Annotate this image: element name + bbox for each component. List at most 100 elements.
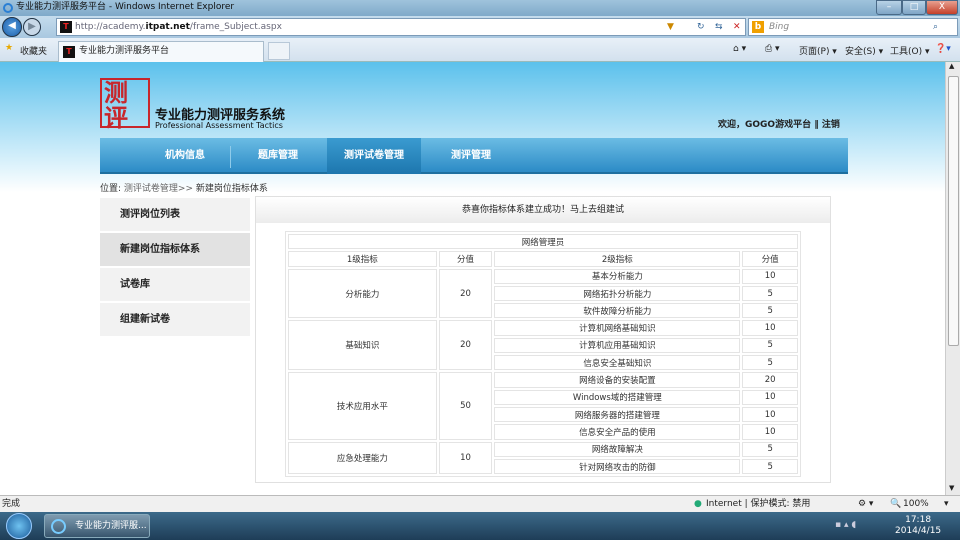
table-row: 分析能力 20 基本分析能力 10: [288, 268, 798, 319]
level2-index: 网络设备的安装配置: [494, 372, 741, 388]
compat-icon[interactable]: ▼: [667, 19, 674, 35]
vertical-scrollbar[interactable]: ▲ ▼: [945, 62, 960, 495]
sidebar-item-position-list[interactable]: 测评岗位列表: [100, 198, 250, 231]
title-bar: 专业能力测评服务平台 - Windows Internet Explorer –…: [0, 0, 960, 16]
breadcrumb-current: 新建岗位指标体系: [195, 184, 268, 194]
table-header-row: 1级指标 分值 2级指标 分值: [288, 251, 798, 267]
star-icon: ★: [5, 43, 14, 53]
level1-index: 技术应用水平: [288, 372, 437, 440]
clock-date: 2014/4/15: [895, 526, 942, 536]
tab-title: 专业能力测评服务平台: [79, 46, 170, 56]
clock-time: 17:18: [905, 515, 932, 525]
zoom-level[interactable]: 100%: [903, 496, 929, 512]
level2-index: Windows域的搭建管理: [494, 389, 741, 405]
sidebar-item-new-index[interactable]: 新建岗位指标体系: [100, 233, 250, 266]
page-content: 测评 专业能力测评服务系统 Professional Assessment Ta…: [0, 62, 945, 495]
table-row: 应急处理能力 10 网络故障解决 5: [288, 441, 798, 475]
breadcrumb-link[interactable]: 测评试卷管理>>: [124, 184, 193, 194]
level1-score: 10: [438, 441, 493, 475]
level2-score: 5: [742, 285, 798, 302]
clock[interactable]: 17:18 2014/4/15: [895, 515, 941, 537]
nav-question-bank[interactable]: 题库管理: [230, 138, 326, 174]
url-input[interactable]: T http://academy.itpat.net/frame_Subject…: [56, 18, 746, 36]
home-icon[interactable]: ⌂ ▾: [733, 44, 746, 54]
level2-score: 5: [742, 337, 798, 354]
zoom-dropdown-icon[interactable]: ▾: [944, 496, 949, 512]
tools-menu[interactable]: 工具(O) ▾: [890, 44, 930, 57]
sidebar-item-new-paper[interactable]: 组建新试卷: [100, 303, 250, 336]
column-header: 分值: [742, 251, 798, 267]
page-menu[interactable]: 页面(P) ▾: [799, 44, 837, 57]
new-tab-button[interactable]: [268, 42, 290, 60]
help-icon[interactable]: ❓▾: [935, 44, 951, 54]
url-domain: itpat.net: [145, 22, 190, 32]
search-placeholder: Bing: [769, 22, 790, 32]
maximize-button[interactable]: □: [902, 0, 926, 15]
minimize-button[interactable]: –: [876, 0, 902, 15]
table-title-row: 网络管理员: [288, 234, 798, 250]
nav-institution[interactable]: 机构信息: [130, 138, 240, 174]
index-table: 网络管理员 1级指标 分值 2级指标 分值 分析能力 20 基本分析能力 10 网络拓扑分析能力 5…: [285, 231, 801, 478]
table-title: 网络管理员: [288, 234, 798, 250]
level1-score: 20: [438, 320, 493, 371]
close-button[interactable]: X: [926, 0, 958, 15]
search-input[interactable]: b Bing ⌕: [748, 18, 958, 36]
success-message: 恭喜你指标体系建立成功！马上去组建试: [256, 197, 830, 223]
level2-score: 5: [742, 303, 798, 319]
browser-tab[interactable]: T 专业能力测评服务平台: [58, 41, 264, 62]
status-bar: 完成 ● Internet | 保护模式: 禁用 ⚙ ▾ 🔍 100% ▾: [0, 495, 960, 512]
globe-icon: ●: [694, 499, 702, 509]
taskbar: 专业能力测评服... ▪ ▴ ◖ 17:18 2014/4/15: [0, 512, 960, 540]
sidebar-item-paper-library[interactable]: 试卷库: [100, 268, 250, 301]
ie-icon: [3, 3, 13, 13]
nav-assessment[interactable]: 测评管理: [421, 138, 521, 174]
site-favicon: T: [60, 21, 72, 33]
bing-icon: b: [752, 21, 764, 33]
print-icon[interactable]: ⎙ ▾: [765, 44, 780, 54]
level1-index: 应急处理能力: [288, 441, 437, 475]
breadcrumb-prefix: 位置:: [100, 184, 122, 194]
ie-icon: [51, 519, 66, 534]
logo: 测评: [100, 78, 150, 130]
level1-score: 50: [438, 372, 493, 440]
refresh-icon[interactable]: ↻: [697, 19, 705, 35]
start-button[interactable]: [6, 513, 32, 539]
level1-score: 20: [438, 268, 493, 319]
level1-index: 分析能力: [288, 268, 437, 319]
main-panel: 恭喜你指标体系建立成功！马上去组建试 网络管理员 1级指标 分值 2级指标 分值 分析能力…: [255, 196, 831, 483]
taskbar-ie-button[interactable]: 专业能力测评服...: [44, 514, 150, 538]
level2-index: 网络故障解决: [494, 441, 741, 457]
scroll-thumb[interactable]: [948, 76, 959, 346]
stop-icon[interactable]: ✕: [733, 19, 741, 35]
level2-score: 5: [742, 355, 798, 371]
level2-score: 20: [742, 372, 798, 388]
status-tools-icon[interactable]: ⚙ ▾: [858, 496, 873, 512]
level2-score: 10: [742, 406, 798, 423]
favorites-bar: ★ 收藏夹 T 专业能力测评服务平台 ⌂ ▾ ⎙ ▾ 页面(P) ▾ 安全(S)…: [0, 38, 960, 62]
security-zone: Internet | 保护模式: 禁用: [706, 499, 811, 509]
nav-exam-paper[interactable]: 测评试卷管理: [327, 138, 421, 174]
table-row: 基础知识 20 计算机网络基础知识 10: [288, 320, 798, 371]
forward-button[interactable]: ▶: [23, 18, 41, 36]
tab-favicon: T: [63, 46, 75, 58]
welcome-logout[interactable]: 欢迎，GOGO游戏平台 ‖ 注销: [718, 117, 840, 130]
search-icon[interactable]: ⌕: [933, 19, 938, 35]
column-header: 1级指标: [288, 251, 437, 267]
table-row: 技术应用水平 50 网络设备的安装配置 20: [288, 372, 798, 440]
favorites-button[interactable]: 收藏夹: [20, 44, 47, 57]
window-title: 专业能力测评服务平台 - Windows Internet Explorer: [16, 2, 235, 12]
level2-index: 信息安全产品的使用: [494, 424, 741, 440]
level2-index: 网络拓扑分析能力: [494, 285, 741, 302]
back-button[interactable]: ◀: [2, 17, 22, 37]
tray-icons[interactable]: ▪ ▴ ◖: [835, 520, 856, 530]
level2-score: 5: [742, 458, 798, 475]
go-icon[interactable]: ⇆: [715, 19, 723, 35]
url-path: /frame_Subject.aspx: [189, 22, 282, 32]
scroll-down-icon[interactable]: ▼: [949, 484, 954, 492]
level2-score: 10: [742, 424, 798, 440]
level1-index: 基础知识: [288, 320, 437, 371]
breadcrumb: 位置: 测评试卷管理>> 新建岗位指标体系: [100, 181, 268, 194]
safety-menu[interactable]: 安全(S) ▾: [845, 44, 883, 57]
scroll-up-icon[interactable]: ▲: [949, 62, 954, 70]
level2-score: 10: [742, 268, 798, 284]
